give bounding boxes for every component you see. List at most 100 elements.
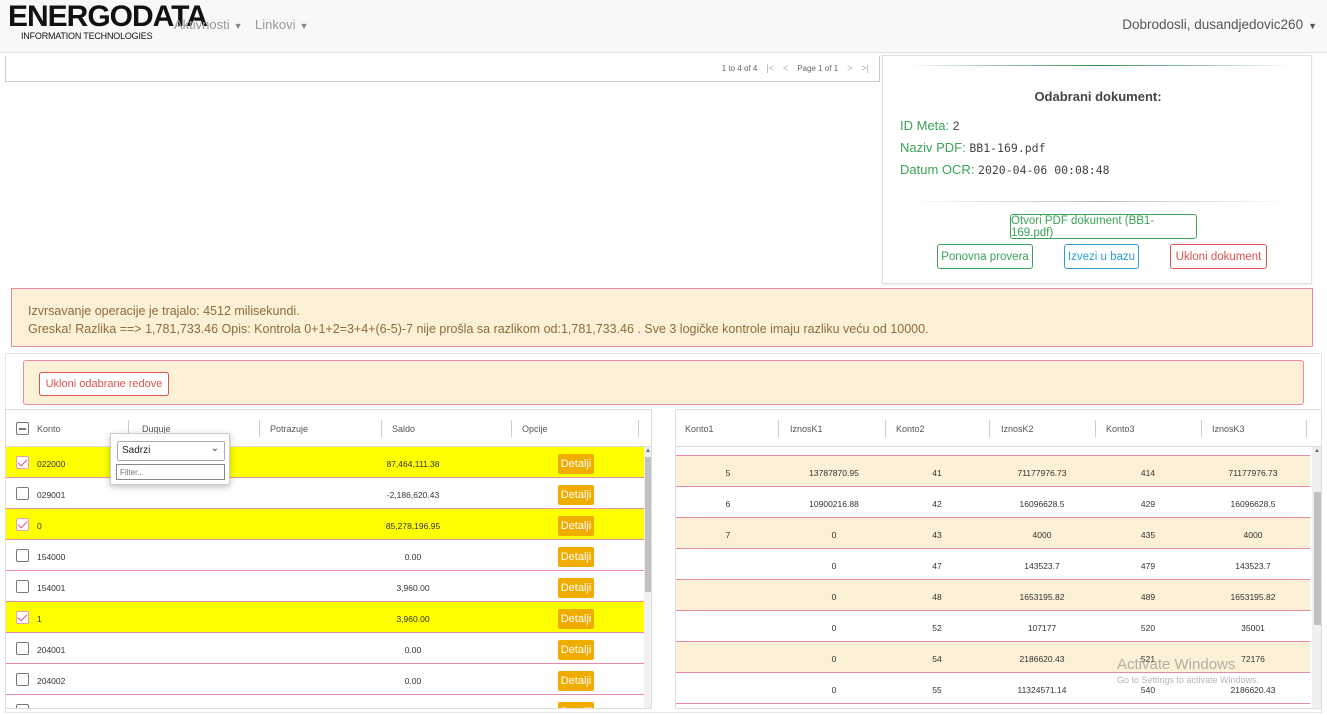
cell-konto2: 42 [932,499,942,509]
column-separator[interactable] [381,420,382,437]
cell-iznosk3: 1653195.82 [1230,592,1276,602]
table-row[interactable]: 029001 -2,186,620.43 Detalji [6,478,644,509]
cell-konto: 022000 [37,459,66,469]
alert-message: Greska! Razlika ==> 1,781,733.46 Opis: K… [28,322,929,336]
details-button[interactable]: Detalji [558,671,594,691]
table-row[interactable]: 7 0 43 4000 435 4000 [676,518,1310,549]
col-iznosk2[interactable]: IznosK2 [1001,424,1034,434]
row-checkbox[interactable] [16,611,29,624]
table-row[interactable]: 204003 0.00 Detalji [6,695,644,708]
row-checkbox[interactable] [16,456,29,469]
scroll-thumb[interactable] [1314,492,1321,625]
column-separator[interactable] [259,420,260,437]
column-separator[interactable] [638,420,639,437]
details-button[interactable]: Detalji [558,485,594,505]
col-konto1[interactable]: Konto1 [685,424,714,434]
details-button[interactable]: Detalji [558,547,594,567]
scroll-thumb[interactable] [645,457,651,592]
cell-iznosk3: 2186620.43 [1230,685,1276,695]
table-row[interactable]: 0 47 143523.7 479 143523.7 [676,549,1310,580]
next-page-icon[interactable]: > [847,63,852,73]
cell-saldo: 85,278,196.95 [385,521,441,531]
nav-aktivnosti[interactable]: Aktivnosti ▼ [174,17,243,32]
cell-konto2: 55 [932,685,942,695]
cell-saldo: 0.00 [404,676,422,686]
table-row[interactable]: 0 85,278,196.95 Detalji [6,509,644,540]
recheck-button[interactable]: Ponovna provera [937,244,1033,269]
column-separator[interactable] [1095,420,1096,437]
table-row[interactable]: 1 3,960.00 Detalji [6,602,644,633]
table-row[interactable]: 022000 87,464,111.38 Detalji [6,447,644,478]
row-checkbox[interactable] [16,704,29,708]
watermark-title: Activate Windows [1117,656,1236,673]
details-button[interactable]: Detalji [558,578,594,598]
details-button[interactable]: Detalji [558,702,594,708]
cell-konto1: 7 [725,530,731,540]
col-konto2[interactable]: Konto2 [896,424,925,434]
cell-iznosk2: 143523.7 [1024,561,1060,571]
pager-page: Page 1 of 1 [797,63,839,73]
cell-saldo: 3,960.00 [396,614,430,624]
row-checkbox[interactable] [16,487,29,500]
col-iznosk3[interactable]: IznosK3 [1212,424,1245,434]
row-checkbox[interactable] [16,642,29,655]
col-konto[interactable]: Konto [37,424,61,434]
table-row[interactable]: 154000 0.00 Detalji [6,540,644,571]
vertical-scrollbar[interactable]: ▲ [644,447,651,708]
row-checkbox[interactable] [16,580,29,593]
cell-saldo: -2,186,620.43 [386,490,440,500]
table-row[interactable]: 0 52 107177 520 35001 [676,611,1310,642]
details-button[interactable]: Detalji [558,454,594,474]
column-separator[interactable] [511,420,512,437]
column-separator[interactable] [989,420,990,437]
cell-iznosk2: 2186620.43 [1019,654,1065,664]
table-row[interactable]: 5 13787870.95 41 71177976.73 414 71177976.73 [676,456,1310,487]
cell-iznosk3: 35001 [1241,623,1265,633]
column-separator[interactable] [1306,420,1307,437]
scroll-up-icon[interactable]: ▲ [1314,448,1320,454]
row-checkbox[interactable] [16,518,29,531]
brand-logo[interactable]: ENERGODATA INFORMATION TECHNOLOGIES [8,2,208,48]
scroll-up-icon[interactable]: ▲ [645,448,651,454]
col-opcije[interactable]: Opcije [522,424,548,434]
user-menu[interactable]: Dobrodosli, dusandjedovic260 ▼ [1122,17,1317,32]
col-iznosk1[interactable]: IznosK1 [790,424,823,434]
cell-saldo: 0.00 [404,645,422,655]
filter-operator-select[interactable]: Sadrzi ⌄ [117,441,225,461]
vertical-scrollbar[interactable]: ▲ [1312,447,1321,708]
first-page-icon[interactable]: |< [766,63,774,73]
nav-linkovi[interactable]: Linkovi ▼ [255,17,308,32]
table-row[interactable]: 204002 0.00 Detalji [6,664,644,695]
table-row[interactable]: 6 10900216.88 42 16096628.5 429 16096628.5 [676,487,1310,518]
cell-konto1: 6 [725,499,731,509]
table-row[interactable]: 154001 3,960.00 Detalji [6,571,644,602]
col-potrazuje[interactable]: Potrazuje [270,424,308,434]
open-pdf-button[interactable]: Otvori PDF dokument (BB1-169.pdf) [1010,214,1197,239]
column-separator[interactable] [885,420,886,437]
col-saldo[interactable]: Saldo [392,424,415,434]
action-bar: Ukloni odabrane redove [23,360,1304,405]
cell-iznosk1: 0 [831,654,837,664]
last-page-icon[interactable]: >| [861,63,869,73]
meta-ocr-value: 2020-04-06 00:08:48 [978,163,1110,177]
prev-page-icon[interactable]: < [783,63,788,73]
details-button[interactable]: Detalji [558,609,594,629]
col-konto3[interactable]: Konto3 [1106,424,1135,434]
table-row[interactable]: 0 48 1653195.82 489 1653195.82 [676,580,1310,611]
select-all-checkbox[interactable] [16,422,29,435]
row-checkbox[interactable] [16,673,29,686]
table-row[interactable]: 204001 0.00 Detalji [6,633,644,664]
cell-konto1: 5 [725,468,731,478]
export-button[interactable]: Izvezi u bazu [1064,244,1139,269]
details-button[interactable]: Detalji [558,640,594,660]
column-separator[interactable] [1201,420,1202,437]
row-checkbox[interactable] [16,549,29,562]
cell-konto: 029001 [37,490,66,500]
column-separator[interactable] [778,420,779,437]
documents-grid: 1 to 4 of 4 |< < Page 1 of 1 > >| [5,56,880,82]
filter-input[interactable] [116,464,225,480]
details-button[interactable]: Detalji [558,516,594,536]
remove-document-button[interactable]: Ukloni dokument [1170,244,1267,269]
pager-range: 1 to 4 of 4 [721,63,758,73]
remove-selected-rows-button[interactable]: Ukloni odabrane redove [39,372,169,396]
